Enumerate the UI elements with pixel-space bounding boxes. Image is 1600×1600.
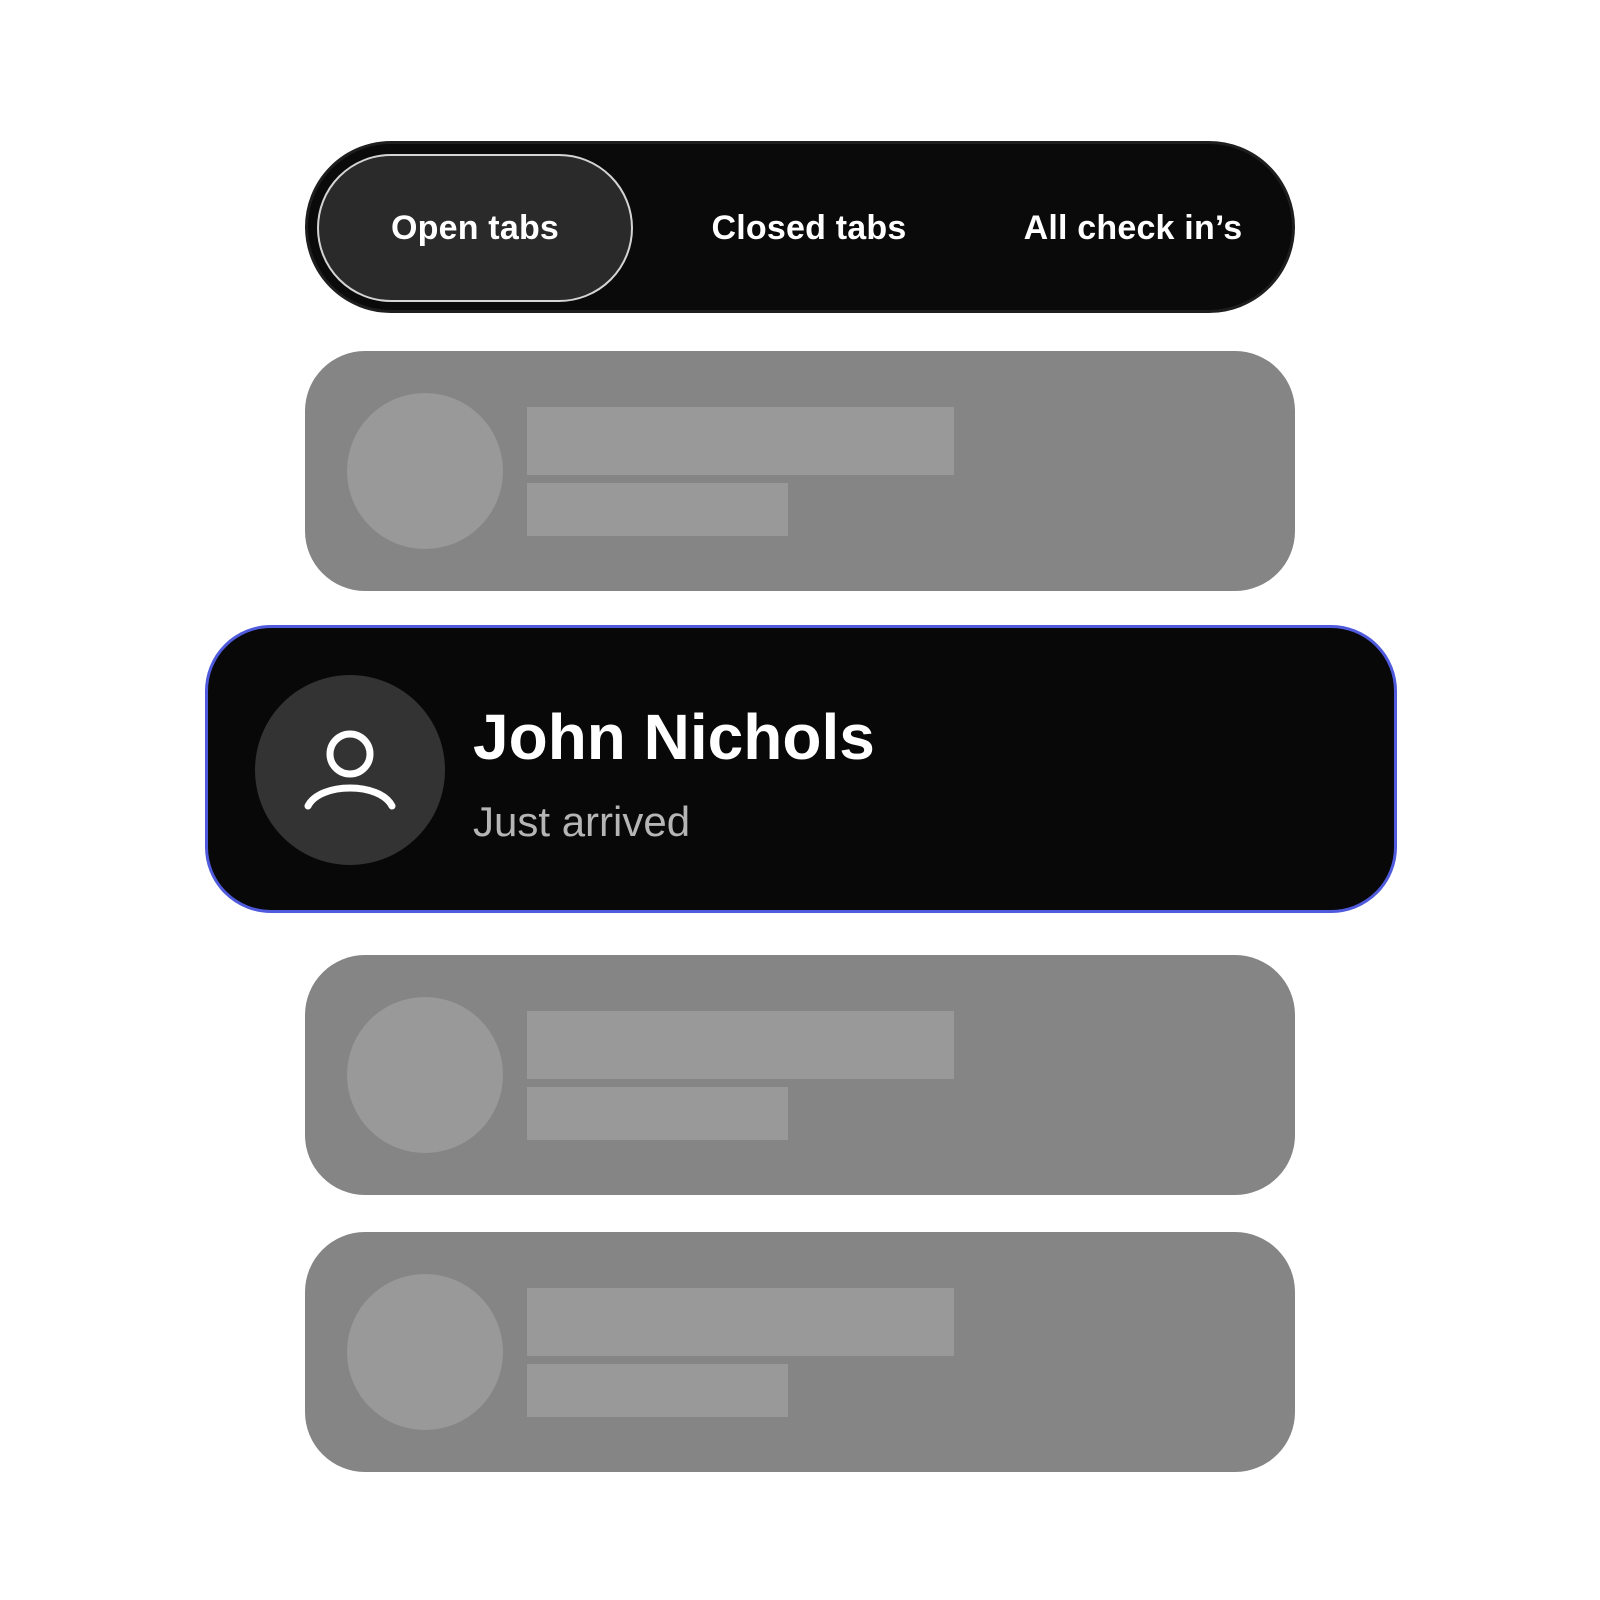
guest-name: John Nichols — [473, 701, 875, 773]
guest-list-item-selected[interactable]: John Nichols Just arrived — [205, 625, 1397, 913]
skeleton-title-line — [527, 1288, 954, 1356]
skeleton-title-line — [527, 407, 954, 475]
skeleton-list-item — [305, 955, 1295, 1195]
skeleton-avatar — [347, 1274, 503, 1430]
tab-all-check-ins-label: All check in’s — [1023, 208, 1243, 247]
skeleton-avatar — [347, 393, 503, 549]
tab-all-check-ins[interactable]: All check in’s — [972, 154, 1294, 302]
skeleton-list-item — [305, 1232, 1295, 1472]
tab-bar: Open tabs Closed tabs All check in’s — [305, 141, 1295, 313]
avatar — [255, 675, 445, 865]
check-in-list-screen: Open tabs Closed tabs All check in’s Joh… — [0, 0, 1600, 1600]
skeleton-subtitle-line — [527, 1087, 788, 1140]
skeleton-subtitle-line — [527, 483, 788, 536]
tab-open-tabs-label: Open tabs — [390, 208, 560, 247]
tab-open-tabs[interactable]: Open tabs — [317, 154, 633, 302]
user-icon — [304, 730, 396, 810]
guest-status: Just arrived — [473, 798, 691, 845]
tab-closed-tabs[interactable]: Closed tabs — [646, 154, 972, 302]
tab-closed-tabs-label: Closed tabs — [711, 208, 907, 247]
skeleton-title-line — [527, 1011, 954, 1079]
skeleton-avatar — [347, 997, 503, 1153]
skeleton-list-item — [305, 351, 1295, 591]
skeleton-subtitle-line — [527, 1364, 788, 1417]
